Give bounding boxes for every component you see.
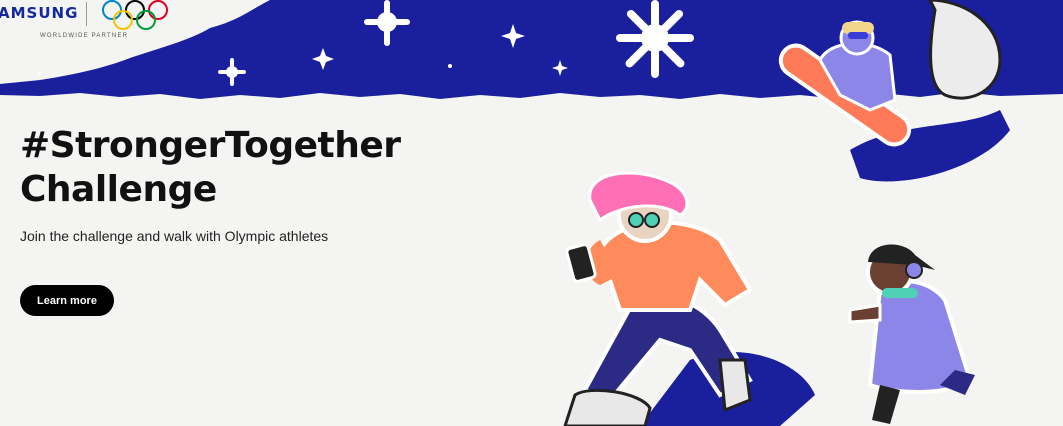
hero-content: #StrongerTogether Challenge Join the cha… [20, 124, 440, 244]
hero-subtitle: Join the challenge and walk with Olympic… [20, 228, 329, 244]
sparkle-icon [448, 64, 452, 68]
learn-more-button[interactable]: Learn more [20, 285, 114, 316]
olympic-rings-icon [102, 0, 168, 30]
snowflake-icon [616, 0, 694, 78]
hero-title-line-1: #StrongerTogether [20, 125, 401, 166]
child-walker-illustration [848, 244, 975, 424]
sparkle-icon [38, 72, 42, 76]
hero-title-line-2: Challenge [20, 169, 217, 210]
brand-divider [86, 2, 87, 26]
walking-person-illustration [563, 171, 815, 426]
brand-tagline: WORLDWIDE PARTNER [40, 33, 129, 39]
brand-logo-text: AMSUNG [0, 4, 79, 22]
hero-title: #StrongerTogether Challenge [20, 124, 440, 212]
brand-lockup[interactable]: AMSUNG WORLDWIDE PARTNER [0, 0, 180, 48]
